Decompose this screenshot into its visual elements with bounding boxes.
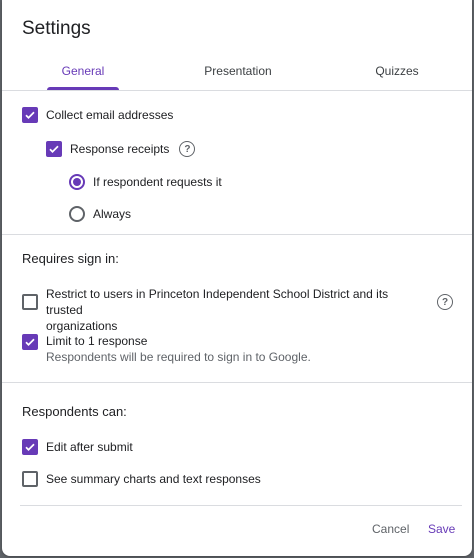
- checkmark-icon: [25, 443, 35, 451]
- settings-dialog: Settings General Presentation Quizzes Co…: [2, 0, 472, 556]
- save-button[interactable]: Save: [428, 522, 455, 536]
- checkmark-icon: [25, 111, 35, 119]
- tab-quizzes[interactable]: Quizzes: [352, 64, 442, 86]
- response-receipts-row[interactable]: Response receipts ?: [46, 141, 196, 157]
- tab-presentation[interactable]: Presentation: [182, 64, 294, 86]
- edit-after-submit-row[interactable]: Edit after submit: [22, 439, 133, 455]
- help-icon[interactable]: ?: [437, 294, 453, 310]
- dialog-title: Settings: [22, 18, 91, 39]
- requires-sign-in-heading: Requires sign in:: [22, 251, 119, 266]
- edit-after-submit-checkbox[interactable]: [22, 439, 38, 455]
- see-summary-label: See summary charts and text responses: [46, 472, 261, 486]
- help-icon[interactable]: ?: [179, 141, 196, 157]
- footer-divider: [20, 505, 462, 506]
- limit-response-checkbox[interactable]: [22, 334, 38, 350]
- radio-always[interactable]: [69, 206, 85, 222]
- radio-selected-dot: [73, 178, 81, 186]
- collect-email-checkbox[interactable]: [22, 107, 38, 123]
- cancel-button[interactable]: Cancel: [372, 522, 409, 536]
- checkmark-icon: [49, 145, 59, 153]
- radio-if-requested[interactable]: [69, 174, 85, 190]
- restrict-users-label-line2: organizations: [46, 319, 118, 333]
- restrict-users-label-line1: Restrict to users in Princeton Independe…: [46, 287, 389, 317]
- see-summary-row[interactable]: See summary charts and text responses: [22, 471, 261, 487]
- collect-email-label: Collect email addresses: [46, 108, 174, 122]
- checkmark-icon: [25, 338, 35, 346]
- response-receipts-label: Response receipts: [70, 142, 170, 156]
- response-receipts-checkbox[interactable]: [46, 141, 62, 157]
- receipt-option-if-requested[interactable]: If respondent requests it: [69, 174, 222, 190]
- edit-after-submit-label: Edit after submit: [46, 440, 133, 454]
- limit-response-label: Limit to 1 response: [46, 334, 148, 348]
- section-divider: [2, 234, 472, 235]
- see-summary-checkbox[interactable]: [22, 471, 38, 487]
- limit-response-subtext: Respondents will be required to sign in …: [46, 350, 311, 364]
- collect-email-row[interactable]: Collect email addresses: [22, 107, 173, 123]
- tab-general[interactable]: General: [47, 64, 119, 86]
- section-divider: [2, 382, 472, 383]
- radio-if-requested-label: If respondent requests it: [93, 175, 222, 189]
- receipt-option-always[interactable]: Always: [69, 206, 131, 222]
- radio-always-label: Always: [93, 207, 132, 221]
- tabs-divider: [2, 90, 472, 91]
- restrict-users-checkbox[interactable]: [22, 294, 38, 310]
- respondents-can-heading: Respondents can:: [22, 404, 127, 419]
